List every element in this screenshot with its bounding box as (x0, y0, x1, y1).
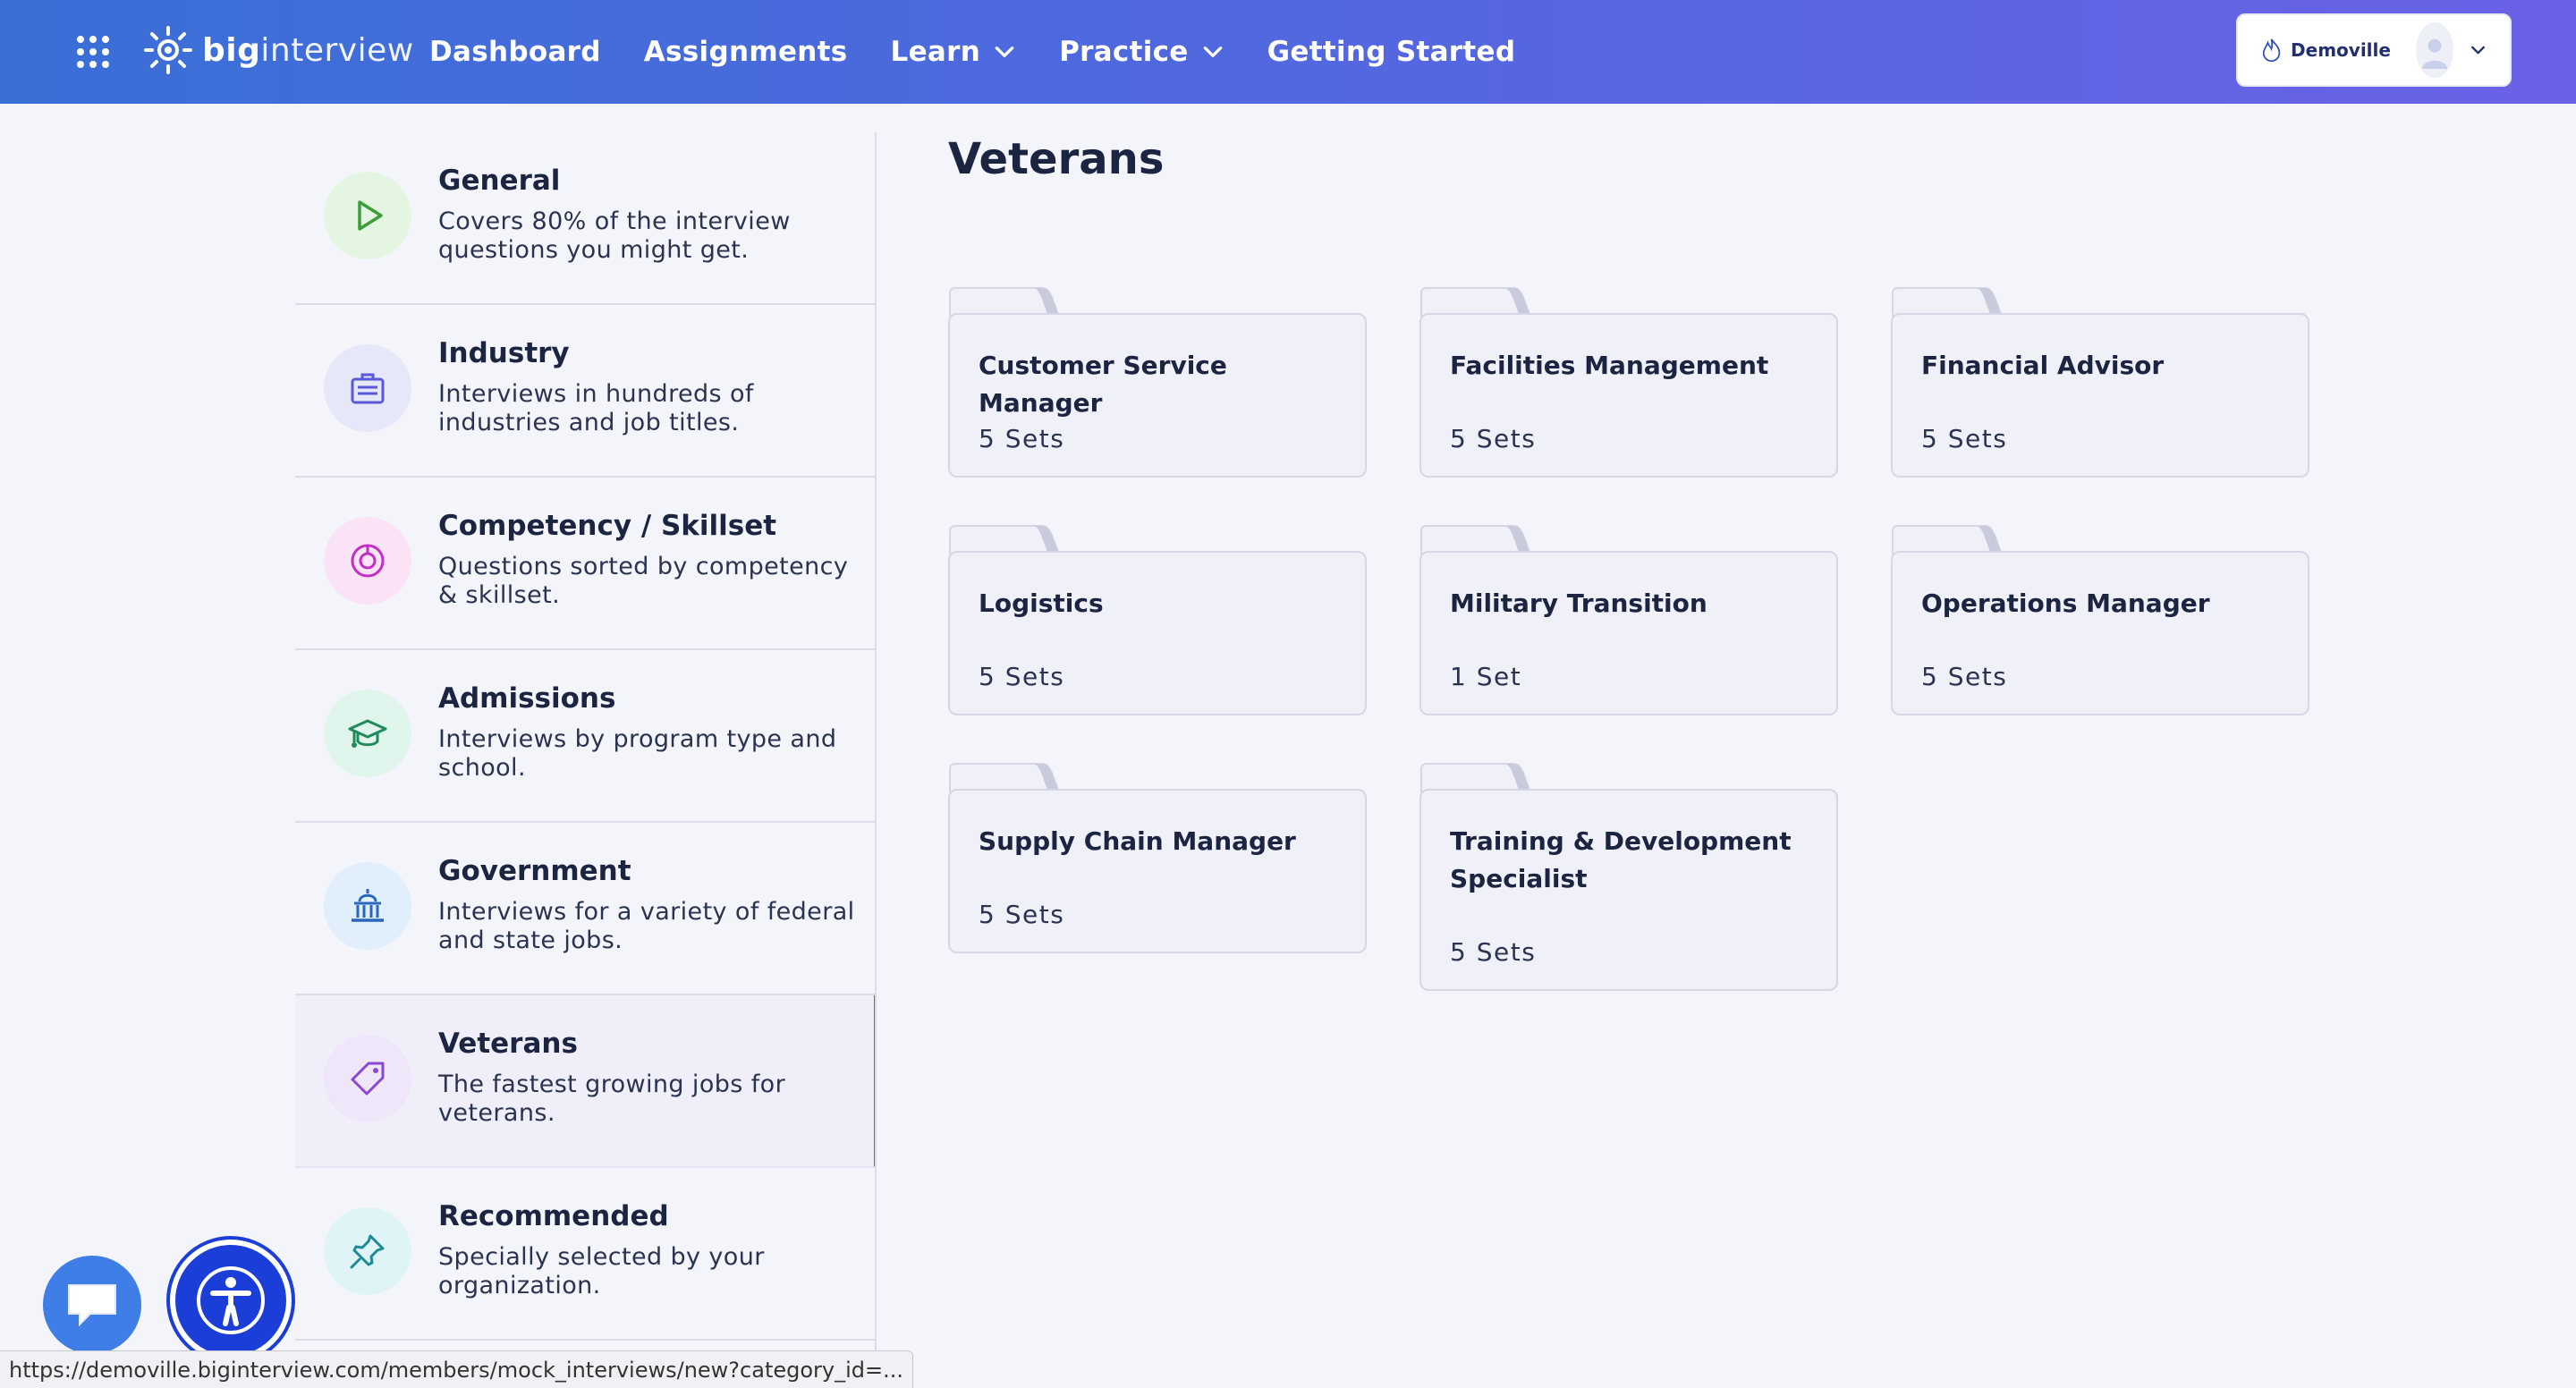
folder-set-count: 5 Sets (1921, 662, 2008, 691)
sidebar-item-title: Industry (438, 337, 570, 369)
folder-tab-icon (1420, 525, 1532, 554)
app-grid-icon[interactable] (77, 36, 109, 68)
sidebar-item-admissions[interactable]: Admissions Interviews by program type and… (295, 650, 877, 823)
folder-title: Financial Advisor (1921, 351, 2165, 380)
folder-card[interactable]: Financial Advisor 5 Sets (1891, 286, 2309, 478)
folder-card[interactable]: Supply Chain Manager 5 Sets (948, 762, 1367, 953)
folder-set-count: 5 Sets (1450, 424, 1537, 453)
sidebar-item-competency-skillset[interactable]: Competency / Skillset Questions sorted by… (295, 478, 877, 650)
top-nav-bar: biginterview Dashboard Assignments Learn… (0, 0, 2576, 104)
main-nav: Dashboard Assignments Learn Practice Get… (429, 0, 1515, 104)
play-icon (324, 172, 411, 259)
chat-bubble-icon (68, 1284, 116, 1327)
chevron-down-icon (995, 47, 1014, 57)
folder-card[interactable]: Customer Service Manager 5 Sets (948, 286, 1367, 478)
folder-title: Customer Service Manager (979, 351, 1227, 418)
sidebar-item-title: Admissions (438, 682, 616, 715)
logo-text: biginterview (202, 31, 414, 69)
org-name: Demoville (2291, 39, 2391, 61)
sidebar-item-industry[interactable]: Industry Interviews in hundreds of indust… (295, 305, 877, 478)
graduation-cap-icon (324, 690, 411, 777)
accessibility-button[interactable] (170, 1240, 292, 1361)
folder-tab-icon (949, 763, 1061, 792)
folder-title: Logistics (979, 588, 1104, 618)
status-bar-url: https://demoville.biginterview.com/membe… (0, 1350, 914, 1388)
folder-tab-icon (949, 287, 1061, 317)
briefcase-icon (324, 344, 411, 432)
chevron-down-icon (2470, 46, 2486, 55)
sidebar-item-description: Interviews by program type and school. (438, 725, 837, 782)
folder-card[interactable]: Facilities Management 5 Sets (1419, 286, 1838, 478)
folder-set-count: 5 Sets (979, 900, 1065, 929)
nav-learn[interactable]: Learn (891, 36, 1017, 68)
nav-practice[interactable]: Practice (1059, 36, 1224, 68)
sidebar-item-description: Specially selected by your organization. (438, 1243, 765, 1299)
folder-set-count: 5 Sets (979, 662, 1065, 691)
nav-label: Getting Started (1267, 36, 1516, 68)
sun-logo-icon (144, 26, 192, 74)
sidebar-item-recommended[interactable]: Recommended Specially selected by your or… (295, 1168, 877, 1341)
target-icon (324, 517, 411, 605)
account-menu-button[interactable]: Demoville (2236, 13, 2512, 87)
folder-tab-icon (1420, 763, 1532, 792)
folder-title: Facilities Management (1450, 351, 1769, 380)
sidebar-item-general[interactable]: General Covers 80% of the interview quest… (295, 132, 877, 305)
sidebar-item-title: Recommended (438, 1200, 669, 1232)
chat-button[interactable] (43, 1256, 141, 1354)
sidebar-item-description: The fastest growing jobs for veterans. (438, 1071, 786, 1127)
folder-title: Military Transition (1450, 588, 1707, 618)
folder-tab-icon (1892, 287, 2004, 317)
folder-card[interactable]: Logistics 5 Sets (948, 524, 1367, 715)
tag-icon (324, 1035, 411, 1122)
nav-label: Practice (1059, 36, 1189, 68)
pushpin-icon (324, 1207, 411, 1295)
sidebar-item-government[interactable]: Government Interviews for a variety of fe… (295, 823, 877, 995)
folder-title: Operations Manager (1921, 588, 2210, 618)
chevron-down-icon (1203, 47, 1222, 57)
sidebar-item-veterans[interactable]: Veterans The fastest growing jobs for vet… (295, 995, 877, 1168)
biginterview-logo[interactable]: biginterview (143, 23, 414, 77)
accessibility-icon (197, 1266, 265, 1334)
sidebar-item-title: Veterans (438, 1028, 578, 1060)
sidebar-item-title: General (438, 165, 561, 197)
nav-getting-started[interactable]: Getting Started (1267, 36, 1516, 68)
flame-logo-icon (2262, 38, 2281, 63)
nav-dashboard[interactable]: Dashboard (429, 36, 601, 68)
folder-set-count: 5 Sets (979, 424, 1065, 453)
sidebar-item-description: Covers 80% of the interview questions yo… (438, 207, 791, 264)
folder-set-count: 5 Sets (1450, 937, 1537, 967)
nav-label: Dashboard (429, 36, 601, 68)
sidebar-divider (875, 132, 877, 1388)
folder-card[interactable]: Military Transition 1 Set (1419, 524, 1838, 715)
folder-tab-icon (949, 525, 1061, 554)
folder-tab-icon (1892, 525, 2004, 554)
capitol-building-icon (324, 862, 411, 950)
sidebar-item-description: Interviews for a variety of federal and … (438, 898, 855, 954)
category-sidebar: General Covers 80% of the interview quest… (295, 132, 877, 1341)
folder-tab-icon (1420, 287, 1532, 317)
folder-set-count: 1 Set (1450, 662, 1522, 691)
page-title: Veterans (948, 134, 1165, 184)
folder-card[interactable]: Operations Manager 5 Sets (1891, 524, 2309, 715)
folder-card[interactable]: Training & Development Specialist 5 Sets (1419, 762, 1838, 991)
sidebar-item-description: Questions sorted by competency & skillse… (438, 553, 849, 609)
folder-title: Supply Chain Manager (979, 826, 1296, 856)
folder-set-count: 5 Sets (1921, 424, 2008, 453)
folder-title: Training & Development Specialist (1450, 826, 1792, 893)
sidebar-item-title: Government (438, 855, 631, 887)
nav-label: Assignments (643, 36, 848, 68)
nav-label: Learn (890, 36, 981, 68)
user-avatar-icon (2415, 22, 2453, 78)
sidebar-item-title: Competency / Skillset (438, 510, 777, 542)
nav-assignments[interactable]: Assignments (644, 36, 848, 68)
sidebar-item-description: Interviews in hundreds of industries and… (438, 380, 754, 436)
